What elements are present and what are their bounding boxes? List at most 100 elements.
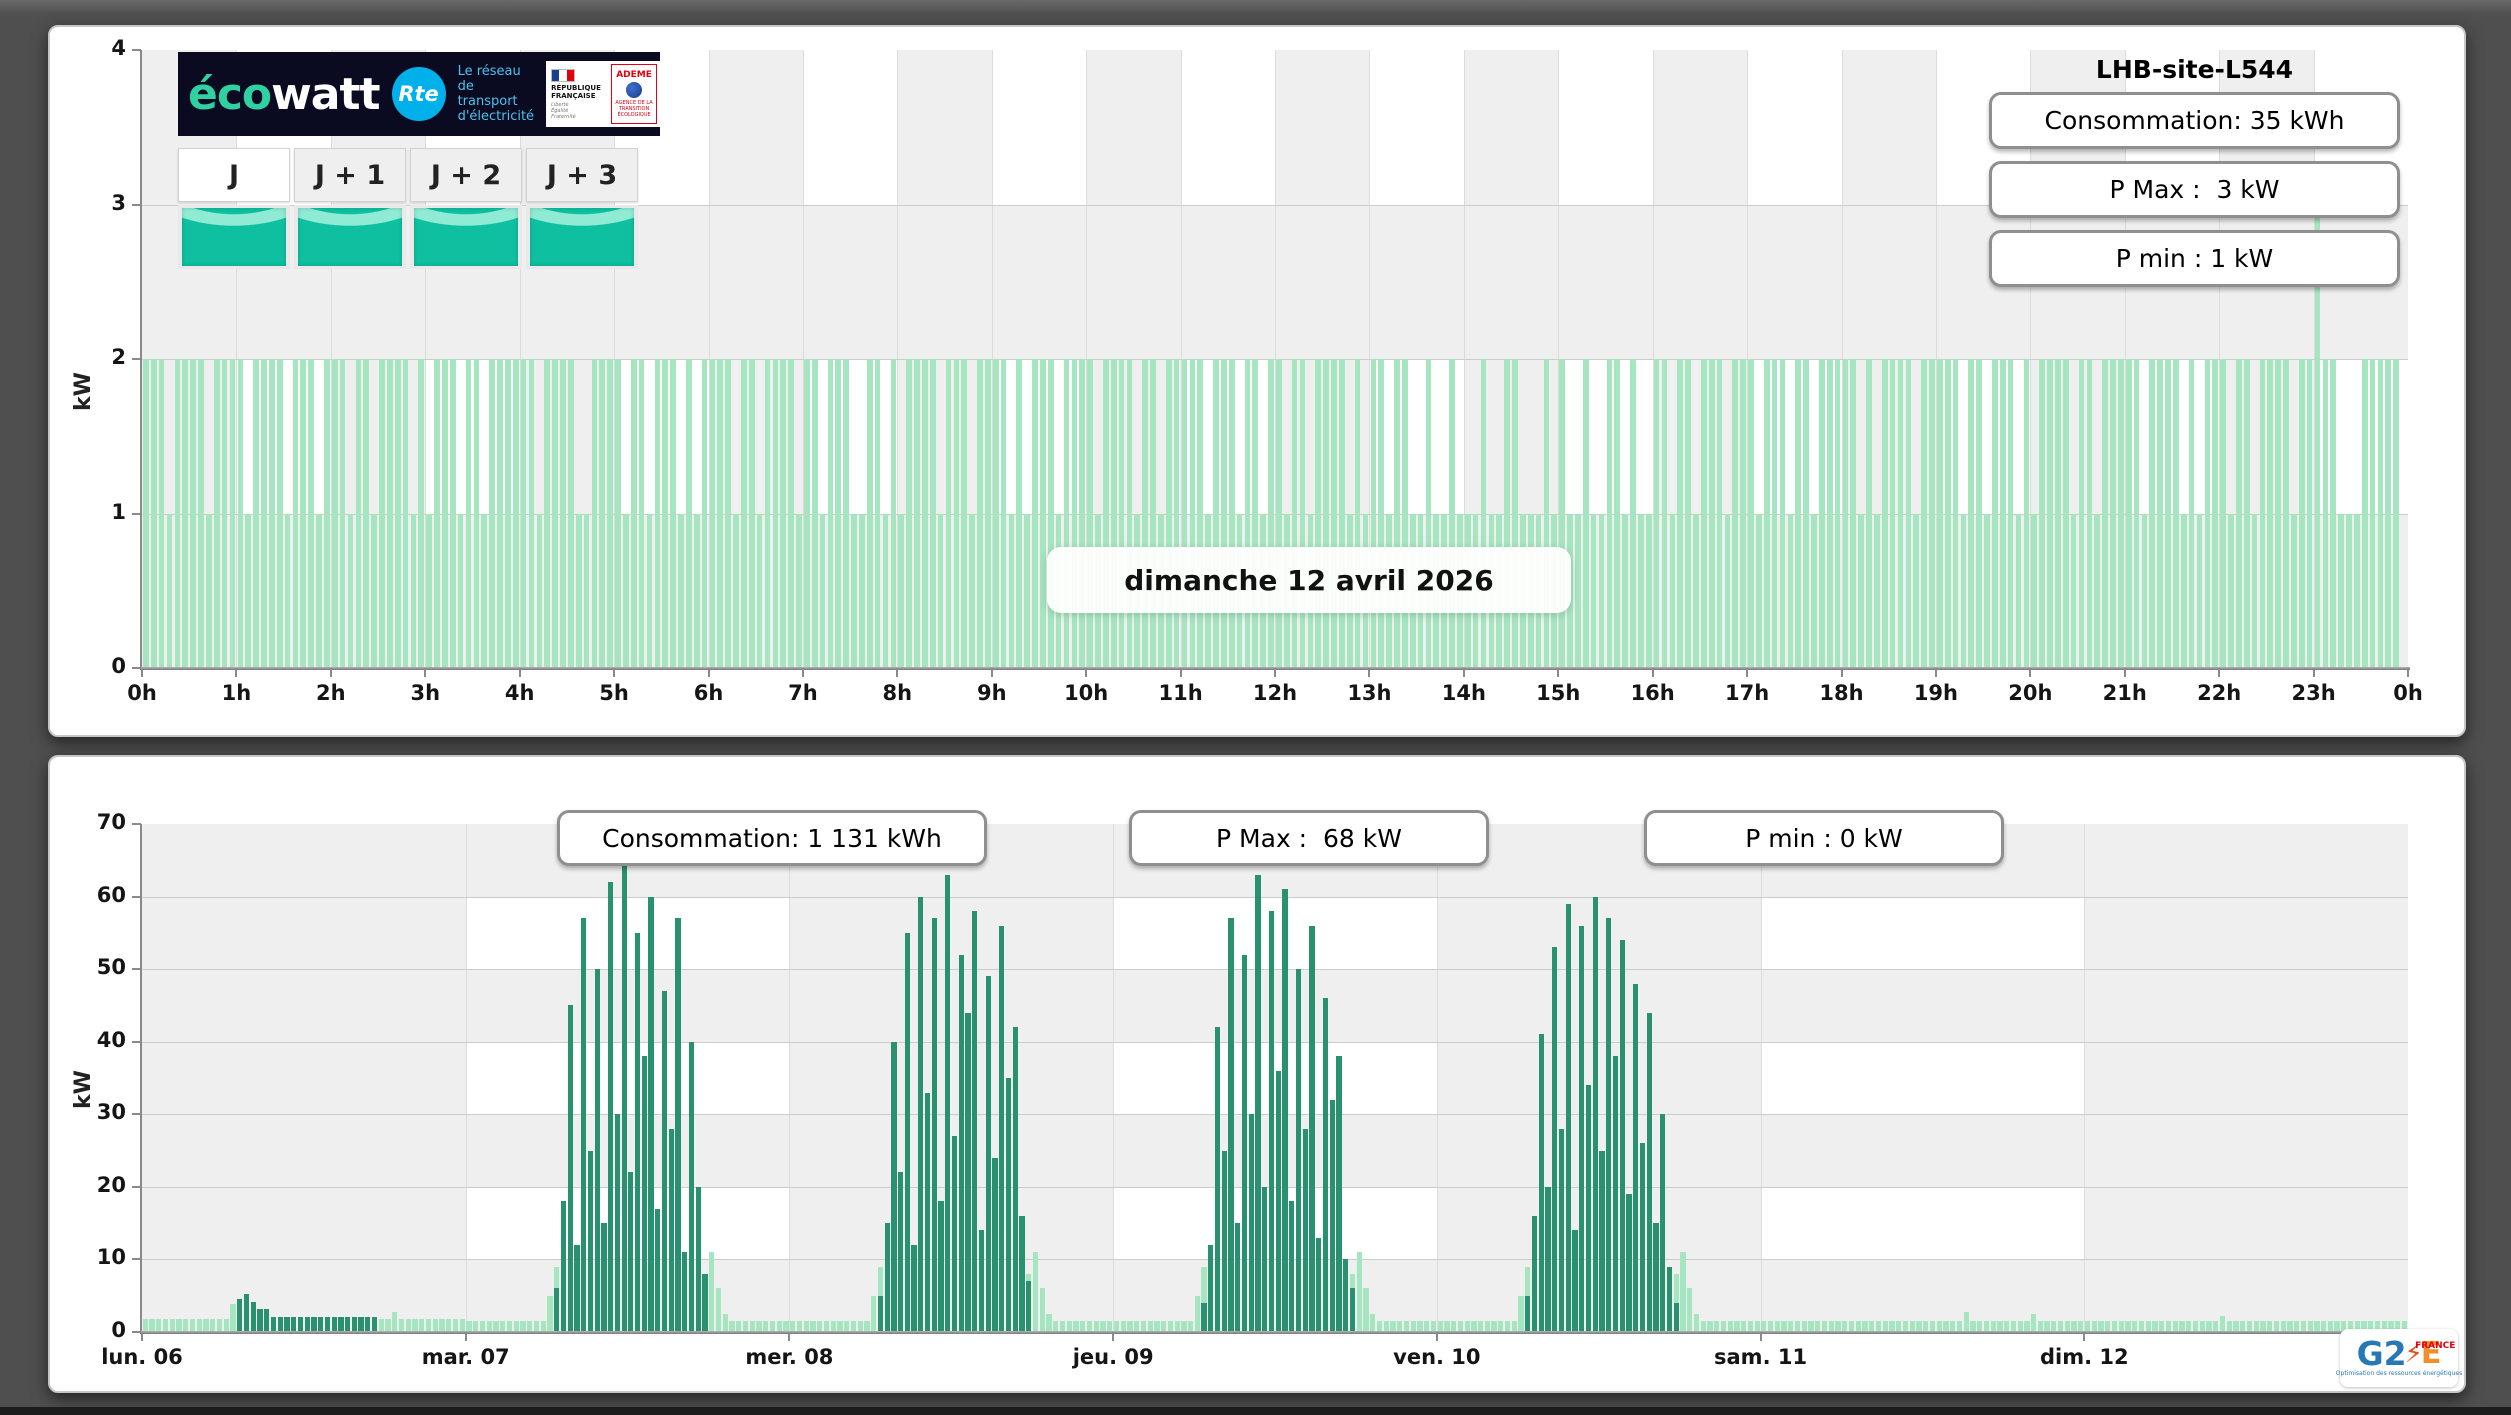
forecast-thumb-cell	[178, 205, 290, 269]
consumption-bar	[466, 359, 472, 668]
consumption-bar	[1890, 359, 1896, 668]
consumption-bar	[1803, 359, 1809, 668]
dark-power-bar	[615, 1114, 620, 1332]
x-tick-mark	[235, 668, 237, 677]
consumption-bar	[1929, 359, 1935, 668]
tab-J+2[interactable]: J + 2	[410, 148, 522, 202]
consumption-bar	[175, 359, 181, 668]
y-tick-label: 4	[64, 36, 126, 60]
consumption-bar	[1827, 359, 1833, 668]
consumption-bar	[2102, 359, 2108, 668]
consumption-bar	[2189, 359, 2195, 668]
consumption-bar	[1402, 359, 1408, 668]
x-tick-mark	[802, 668, 804, 677]
forecast-gauge-thumbnail[interactable]	[298, 208, 402, 266]
forecast-gauge-thumbnail[interactable]	[182, 208, 286, 266]
consumption-bar	[2275, 359, 2281, 668]
dark-power-bar	[648, 897, 653, 1332]
consumption-bar	[1040, 359, 1046, 668]
light-power-bar	[1357, 1252, 1362, 1332]
tab-J+1[interactable]: J + 1	[294, 148, 406, 202]
consumption-bar	[560, 359, 566, 668]
light-power-bar	[1046, 1314, 1051, 1332]
weekly-consumption-chart: lun. 06mar. 07mer. 08jeu. 09ven. 10sam. …	[142, 824, 2408, 1332]
ecowatt-logo: écowatt	[188, 69, 380, 120]
consumption-bar	[395, 359, 401, 668]
consumption-bar	[765, 359, 771, 668]
republique-motto: Liberté Égalité Fraternité	[551, 102, 576, 120]
dark-power-bar	[1633, 984, 1638, 1332]
consumption-bar	[1701, 359, 1707, 668]
consumption-bar	[1614, 359, 1620, 668]
light-power-bar	[1033, 1252, 1038, 1332]
forecast-gauge-thumbnail[interactable]	[530, 208, 634, 266]
consumption-bar	[607, 359, 613, 668]
dark-power-bar	[905, 933, 910, 1332]
consumption-bar	[568, 359, 574, 668]
x-tick-label: ven. 10	[1367, 1345, 1507, 1369]
consumption-bar	[1811, 514, 1817, 669]
y-tick-label: 30	[64, 1100, 126, 1124]
consumption-bar	[741, 359, 747, 668]
consumption-bar	[938, 514, 944, 669]
consumption-bar	[1740, 359, 1746, 668]
x-tick-mark	[2083, 1332, 2085, 1341]
consumption-bar	[2267, 359, 2273, 668]
summary-box-label: Consommation: 35 kWh	[2045, 106, 2345, 135]
consumption-bar	[788, 359, 794, 668]
x-tick-label: 0h	[2338, 681, 2478, 705]
consumption-bar	[442, 359, 448, 668]
consumption-bar	[474, 359, 480, 668]
forecast-thumb-cell	[410, 205, 522, 269]
dark-power-bar	[1545, 1187, 1550, 1332]
light-power-bar	[1680, 1252, 1685, 1332]
consumption-bar	[1048, 359, 1054, 668]
dark-power-bar	[1599, 1151, 1604, 1332]
consumption-bar	[1449, 359, 1455, 668]
tab-J+3[interactable]: J + 3	[526, 148, 638, 202]
summary-box-label: Consommation: 1 131 kWh	[602, 824, 942, 853]
consumption-bar	[2370, 359, 2376, 668]
consumption-bar	[167, 514, 173, 669]
consumption-bar	[1717, 359, 1723, 668]
consumption-bar	[206, 514, 212, 669]
dark-power-bar	[1620, 940, 1625, 1332]
consumption-bar	[1780, 359, 1786, 668]
tab-J[interactable]: J	[178, 148, 290, 202]
dark-power-bar	[581, 918, 586, 1332]
consumption-bar	[1355, 359, 1361, 668]
x-tick-mark	[465, 1332, 467, 1341]
dark-power-bar	[1336, 1056, 1341, 1332]
site-title: LHB-site-L544	[1989, 55, 2400, 84]
consumption-bar	[914, 359, 920, 668]
dark-power-bar	[284, 1317, 289, 1332]
consumption-bar	[1544, 359, 1550, 668]
dark-power-bar	[1249, 1114, 1254, 1332]
dark-power-bar	[278, 1317, 283, 1332]
consumption-bar	[835, 359, 841, 668]
y-tick-label: 10	[64, 1245, 126, 1269]
dark-power-bar	[1303, 1129, 1308, 1332]
dark-power-bar	[1242, 955, 1247, 1332]
dark-power-bar	[1613, 1056, 1618, 1332]
consumption-bar	[1583, 359, 1589, 668]
consumption-bar	[340, 359, 346, 668]
dark-power-bar	[1606, 918, 1611, 1332]
dark-power-bar	[1330, 1100, 1335, 1332]
consumption-bar	[1662, 359, 1668, 668]
y-tick-label: 0	[64, 654, 126, 678]
consumption-bar	[592, 359, 598, 668]
consumption-bar	[1882, 359, 1888, 668]
consumption-bar	[2157, 359, 2163, 668]
dark-power-bar	[291, 1317, 296, 1332]
consumption-bar	[615, 359, 621, 668]
consumption-bar	[513, 359, 519, 668]
dark-power-bar	[298, 1317, 303, 1332]
y-tick-label: 0	[64, 1318, 126, 1342]
g2e-logo-france: FRANCE	[2415, 1331, 2455, 1361]
consumption-bar	[2307, 359, 2313, 668]
consumption-bar	[1607, 359, 1613, 668]
consumption-bar	[1976, 359, 1982, 668]
consumption-bar	[2338, 514, 2344, 669]
forecast-gauge-thumbnail[interactable]	[414, 208, 518, 266]
